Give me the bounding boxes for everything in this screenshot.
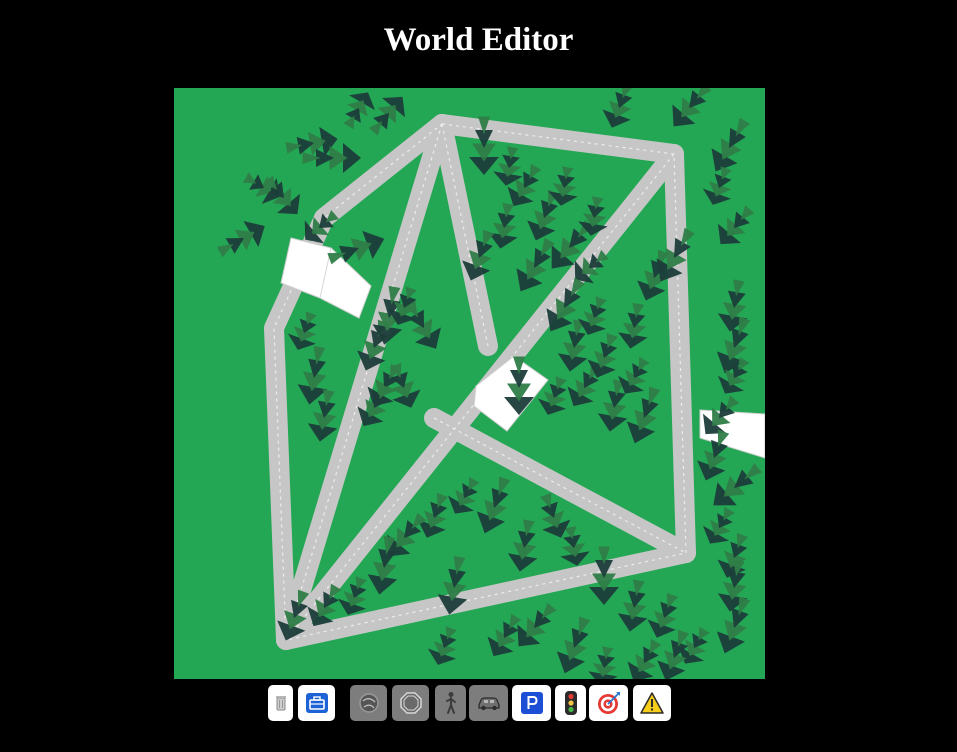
stop-icon [399, 692, 422, 714]
car-icon [477, 697, 500, 711]
graph-tool-button[interactable] [350, 685, 387, 721]
yield-tool-button[interactable] [633, 685, 671, 721]
traffic-light-tool-button[interactable] [555, 685, 586, 721]
page-title: World Editor [383, 22, 574, 58]
target-tool-button[interactable] [589, 685, 628, 721]
graph-icon [358, 693, 379, 713]
trash-tool-button[interactable] [268, 685, 293, 721]
world-canvas[interactable] [174, 88, 765, 679]
parking-tool-button[interactable] [512, 685, 551, 721]
briefcase-tool-button[interactable] [298, 685, 335, 721]
yield-icon [640, 692, 664, 714]
trash-icon [275, 696, 286, 711]
traffic-light-icon [564, 691, 577, 715]
crossing-icon [445, 692, 456, 714]
briefcase-icon [305, 693, 328, 713]
car-tool-button[interactable] [469, 685, 508, 721]
target-icon [597, 692, 620, 714]
parking-icon [520, 692, 543, 714]
crossing-tool-button[interactable] [435, 685, 466, 721]
stop-tool-button[interactable] [392, 685, 429, 721]
